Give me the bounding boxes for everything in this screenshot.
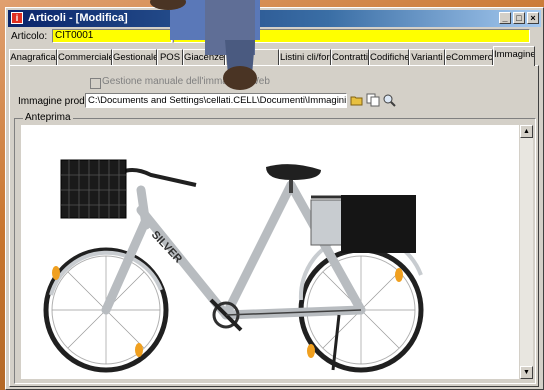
manual-image-checkbox[interactable]: [90, 78, 101, 89]
tab-ecommerce[interactable]: eCommerce: [445, 49, 493, 65]
tab-varianti[interactable]: Varianti: [409, 49, 445, 65]
copy-icon[interactable]: [366, 93, 380, 107]
scroll-down-button[interactable]: ▼: [520, 366, 533, 379]
image-tab-panel: Gestione manuale dell'immagine Web Immag…: [9, 65, 539, 387]
tab-contratti[interactable]: Contratti: [331, 49, 369, 65]
close-button[interactable]: ×: [527, 12, 539, 24]
folder-open-icon[interactable]: [350, 93, 364, 107]
product-image-path-input[interactable]: C:\Documents and Settings\cellati.CELL\D…: [85, 93, 347, 108]
window-title: Articoli - [Modifica]: [28, 12, 128, 24]
scroll-up-button[interactable]: ▲: [520, 125, 533, 138]
preview-label: Anteprima: [23, 112, 73, 123]
articolo-label: Articolo:: [11, 31, 48, 42]
tab-codifiche[interactable]: Codifiche: [369, 49, 409, 65]
app-icon: i: [11, 12, 23, 24]
bicycle-image: SILVER: [43, 159, 424, 373]
desktop-person-photo: [150, 0, 260, 90]
preview-vertical-scrollbar[interactable]: ▲ ▼: [520, 125, 533, 379]
product-preview-image: SILVER: [21, 125, 519, 379]
minimize-button[interactable]: _: [499, 12, 511, 24]
tab-immagine[interactable]: Immagine: [493, 46, 535, 66]
zoom-icon[interactable]: [382, 93, 396, 107]
tab-commerciale[interactable]: Commerciale: [57, 49, 112, 65]
maximize-button[interactable]: □: [513, 12, 525, 24]
preview-group: Anteprima SILVER ▲ ▼: [14, 112, 536, 384]
tab-anagrafica[interactable]: Anagrafica: [9, 49, 57, 65]
